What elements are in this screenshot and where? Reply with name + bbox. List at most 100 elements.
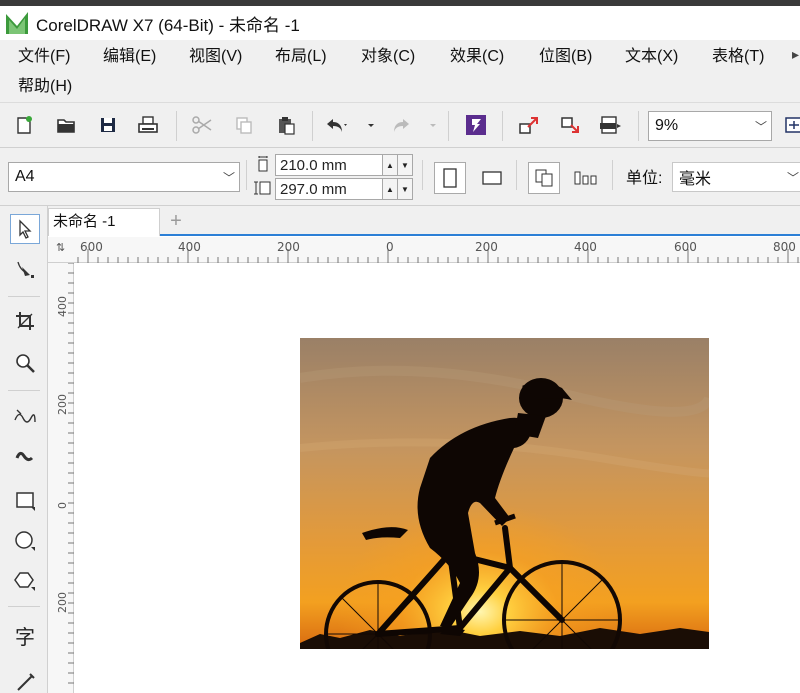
add-tab-button[interactable]: + — [164, 211, 188, 233]
h-ruler-label: 200 — [475, 240, 498, 254]
v-ruler-label: 200 — [56, 592, 69, 613]
publish-pdf-icon[interactable] — [596, 111, 624, 139]
h-ruler-label: 400 — [178, 240, 201, 254]
h-ruler-label: 400 — [574, 240, 597, 254]
v-ruler-label: 0 — [56, 502, 69, 509]
text-tool-icon[interactable]: 字 — [10, 620, 40, 650]
standard-toolbar: 9% ﹀ — [0, 102, 800, 148]
import-icon[interactable] — [514, 111, 542, 139]
window-title: CorelDRAW X7 (64-Bit) - 未命名 -1 — [36, 15, 300, 35]
cut-icon[interactable] — [188, 111, 216, 139]
chevron-down-icon: ﹀ — [754, 119, 767, 134]
page-width-icon — [258, 156, 268, 172]
unit-select[interactable]: 毫米 ﹀ — [672, 162, 800, 192]
corel-connect-icon[interactable] — [462, 111, 490, 139]
h-ruler-label: 800 — [773, 240, 796, 254]
open-icon[interactable] — [52, 111, 80, 139]
spin-up-icon[interactable]: ▲ — [382, 155, 397, 175]
polygon-tool-icon[interactable] — [10, 566, 40, 596]
menu-view[interactable]: 视图(V) — [189, 42, 242, 72]
crop-tool-icon[interactable] — [10, 306, 40, 336]
unit-label: 单位: — [626, 170, 663, 187]
page-width-field[interactable]: 210.0 mm ▲ ▼ — [275, 154, 413, 176]
freehand-tool-icon[interactable] — [10, 402, 40, 432]
new-doc-icon[interactable] — [10, 111, 38, 139]
undo-icon[interactable] — [322, 111, 350, 139]
menu-bar: 文件(F) 编辑(E) 视图(V) 布局(L) 对象(C) 效果(C) 位图(B… — [0, 40, 800, 102]
toolbox-separator — [8, 390, 40, 391]
toolbar-separator — [422, 160, 423, 190]
redo-dropdown-icon[interactable] — [419, 111, 447, 139]
toolbar-separator — [516, 160, 517, 190]
toolbar-separator — [246, 160, 247, 190]
menu-effects[interactable]: 效果(C) — [450, 42, 504, 72]
page-size-value: A4 — [15, 168, 35, 185]
cyclist-sunset-photo[interactable] — [300, 338, 709, 649]
spin-down-icon[interactable]: ▼ — [397, 179, 412, 199]
vertical-ruler-ticks — [68, 263, 74, 684]
menu-edit[interactable]: 编辑(E) — [103, 42, 156, 72]
parallel-dimension-tool-icon[interactable] — [10, 666, 40, 693]
toolbar-separator — [612, 160, 613, 190]
page-height-value: 297.0 mm — [280, 180, 347, 198]
toolbar-separator — [448, 111, 449, 141]
unit-value: 毫米 — [679, 171, 712, 188]
title-bar: CorelDRAW X7 (64-Bit) - 未命名 -1 — [0, 6, 800, 40]
vertical-ruler[interactable]: 400 200 0 200 — [48, 263, 74, 693]
cyclist-sunset-image — [300, 338, 709, 649]
v-ruler-label: 200 — [56, 394, 69, 415]
property-bar: A4 ﹀ 210.0 mm ▲ ▼ 297.0 mm ▲ ▼ 单位: 毫米 ﹀ — [0, 148, 800, 206]
menu-table[interactable]: 表格(T) — [712, 42, 764, 72]
toolbar-separator — [176, 111, 177, 141]
all-pages-icon[interactable] — [528, 162, 560, 194]
artistic-media-tool-icon[interactable] — [10, 442, 40, 472]
ruler-origin-icon[interactable]: ⇅ — [56, 241, 65, 254]
menu-file[interactable]: 文件(F) — [18, 42, 70, 72]
toolbox-separator — [8, 296, 40, 297]
toolbar-separator — [638, 111, 639, 141]
spin-down-icon[interactable]: ▼ — [397, 155, 412, 175]
full-screen-preview-icon[interactable] — [780, 111, 800, 139]
horizontal-ruler[interactable]: ⇅ 600 400 200 0 200 400 600 800 — [48, 237, 800, 263]
toolbar-separator — [502, 111, 503, 141]
save-icon[interactable] — [94, 111, 122, 139]
h-ruler-label: 600 — [674, 240, 697, 254]
menu-object[interactable]: 对象(C) — [361, 42, 415, 72]
spin-up-icon[interactable]: ▲ — [382, 179, 397, 199]
page-width-value: 210.0 mm — [280, 156, 347, 174]
menu-text[interactable]: 文本(X) — [625, 42, 678, 72]
ellipse-tool-icon[interactable] — [10, 526, 40, 556]
h-ruler-label: 200 — [277, 240, 300, 254]
zoom-tool-icon[interactable] — [10, 348, 40, 378]
menu-layout[interactable]: 布局(L) — [275, 42, 327, 72]
h-ruler-label: 0 — [386, 240, 394, 254]
coreldraw-logo-icon — [4, 10, 30, 36]
undo-dropdown-icon[interactable] — [357, 111, 385, 139]
toolbox-separator — [8, 606, 40, 607]
print-icon[interactable] — [134, 111, 162, 139]
copy-icon[interactable] — [230, 111, 258, 139]
rectangle-tool-icon[interactable] — [10, 486, 40, 516]
pick-tool-icon[interactable] — [10, 214, 40, 244]
menu-bitmaps[interactable]: 位图(B) — [539, 42, 592, 72]
shape-tool-icon[interactable] — [10, 254, 40, 284]
h-ruler-label: 600 — [80, 240, 103, 254]
v-ruler-label: 400 — [56, 296, 69, 317]
menu-overflow-icon[interactable]: ▸ — [792, 46, 799, 63]
export-icon[interactable] — [556, 111, 584, 139]
page-size-select[interactable]: A4 ﹀ — [8, 162, 240, 192]
document-tabs: 未命名 -1 + — [48, 206, 800, 236]
page-height-field[interactable]: 297.0 mm ▲ ▼ — [275, 178, 413, 200]
tab-document[interactable]: 未命名 -1 — [48, 208, 160, 236]
menu-help[interactable]: 帮助(H) — [18, 72, 72, 102]
paste-icon[interactable] — [272, 111, 300, 139]
portrait-orientation-button[interactable] — [434, 162, 466, 194]
landscape-orientation-button[interactable] — [476, 162, 508, 194]
current-page-icon[interactable] — [570, 162, 602, 194]
toolbox: 字 — [0, 206, 48, 693]
toolbar-separator — [312, 111, 313, 141]
chevron-down-icon: ﹀ — [222, 170, 235, 185]
chevron-down-icon: ﹀ — [786, 170, 799, 185]
redo-icon[interactable] — [386, 111, 414, 139]
zoom-level-select[interactable]: 9% ﹀ — [648, 111, 772, 141]
